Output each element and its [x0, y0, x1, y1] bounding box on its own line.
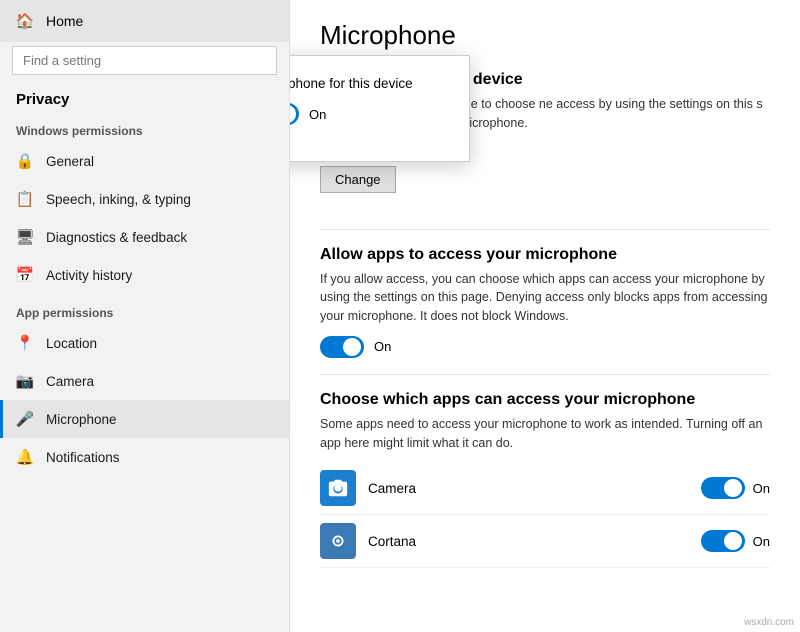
- sidebar-item-diagnostics[interactable]: 🖥 Diagnostics & feedback: [0, 218, 289, 256]
- sidebar-item-diagnostics-label: Diagnostics & feedback: [46, 230, 187, 245]
- home-icon: 🏠: [16, 12, 34, 30]
- section3-heading: Choose which apps can access your microp…: [320, 391, 770, 409]
- sidebar: 🏠 Home Privacy Windows permissions 🔒 Gen…: [0, 0, 290, 632]
- sidebar-item-activity[interactable]: 📅 Activity history: [0, 256, 289, 294]
- popup-toggle-label: On: [309, 107, 326, 122]
- app-container: 🏠 Home Privacy Windows permissions 🔒 Gen…: [0, 0, 800, 632]
- watermark: wsxdn.com: [744, 617, 794, 628]
- divider-2: [320, 374, 770, 375]
- app-item-cortana: Cortana On: [320, 515, 770, 568]
- sidebar-item-microphone[interactable]: 🎤 Microphone: [0, 400, 289, 438]
- section2-heading: Allow apps to access your microphone: [320, 246, 770, 264]
- diagnostics-icon: 🖥: [16, 228, 34, 246]
- cortana-app-icon: [320, 523, 356, 559]
- cortana-toggle-knob: [724, 532, 742, 550]
- lock-icon: 🔒: [16, 152, 34, 170]
- section2-description: If you allow access, you can choose whic…: [320, 270, 770, 326]
- allow-apps-toggle[interactable]: [320, 336, 364, 358]
- privacy-title: Privacy: [0, 83, 289, 112]
- popup-toggle-knob: [290, 105, 296, 123]
- activity-icon: 📅: [16, 266, 34, 284]
- sidebar-item-general-label: General: [46, 154, 94, 169]
- camera-app-icon: [320, 470, 356, 506]
- sidebar-item-speech[interactable]: 📋 Speech, inking, & typing: [0, 180, 289, 218]
- sidebar-item-home[interactable]: 🏠 Home: [0, 0, 289, 42]
- sidebar-item-location-label: Location: [46, 336, 97, 351]
- page-title: Microphone: [320, 20, 770, 51]
- location-icon: 📍: [16, 334, 34, 352]
- search-box: [12, 46, 277, 75]
- camera-toggle-row: On: [701, 477, 770, 499]
- cortana-app-svg: [327, 530, 349, 552]
- sidebar-item-camera[interactable]: 📷 Camera: [0, 362, 289, 400]
- sidebar-item-camera-label: Camera: [46, 374, 94, 389]
- sidebar-item-notifications-label: Notifications: [46, 450, 120, 465]
- cortana-toggle-row: On: [701, 530, 770, 552]
- camera-app-name: Camera: [368, 481, 701, 496]
- microphone-icon: 🎤: [16, 410, 34, 428]
- camera-toggle-label: On: [753, 481, 770, 496]
- camera-sidebar-icon: 📷: [16, 372, 34, 390]
- camera-toggle-knob: [724, 479, 742, 497]
- windows-permissions-label: Windows permissions: [0, 112, 289, 142]
- popup-toggle-row: On: [290, 103, 445, 125]
- sidebar-item-activity-label: Activity history: [46, 268, 132, 283]
- main-content: Microphone microphone on this device usi…: [290, 0, 800, 632]
- section3-description: Some apps need to access your microphone…: [320, 415, 770, 453]
- change-button[interactable]: Change: [320, 166, 396, 193]
- cortana-app-name: Cortana: [368, 534, 701, 549]
- app-permissions-label: App permissions: [0, 294, 289, 324]
- popup-card: Microphone for this device On: [290, 55, 470, 162]
- sidebar-item-notifications[interactable]: 🔔 Notifications: [0, 438, 289, 476]
- popup-toggle[interactable]: [290, 103, 299, 125]
- camera-toggle[interactable]: [701, 477, 745, 499]
- sidebar-item-general[interactable]: 🔒 General: [0, 142, 289, 180]
- popup-label: Microphone for this device: [290, 76, 445, 91]
- sidebar-item-location[interactable]: 📍 Location: [0, 324, 289, 362]
- home-label: Home: [46, 13, 83, 29]
- search-input[interactable]: [12, 46, 277, 75]
- divider-1: [320, 229, 770, 230]
- sidebar-item-speech-label: Speech, inking, & typing: [46, 192, 191, 207]
- app-item-camera: Camera On: [320, 462, 770, 515]
- camera-app-svg: [327, 477, 349, 499]
- sidebar-item-microphone-label: Microphone: [46, 412, 117, 427]
- speech-icon: 📋: [16, 190, 34, 208]
- allow-apps-toggle-row: On: [320, 336, 770, 358]
- notifications-icon: 🔔: [16, 448, 34, 466]
- allow-apps-toggle-knob: [343, 338, 361, 356]
- cortana-toggle-label: On: [753, 534, 770, 549]
- cortana-toggle[interactable]: [701, 530, 745, 552]
- allow-apps-toggle-label: On: [374, 339, 391, 354]
